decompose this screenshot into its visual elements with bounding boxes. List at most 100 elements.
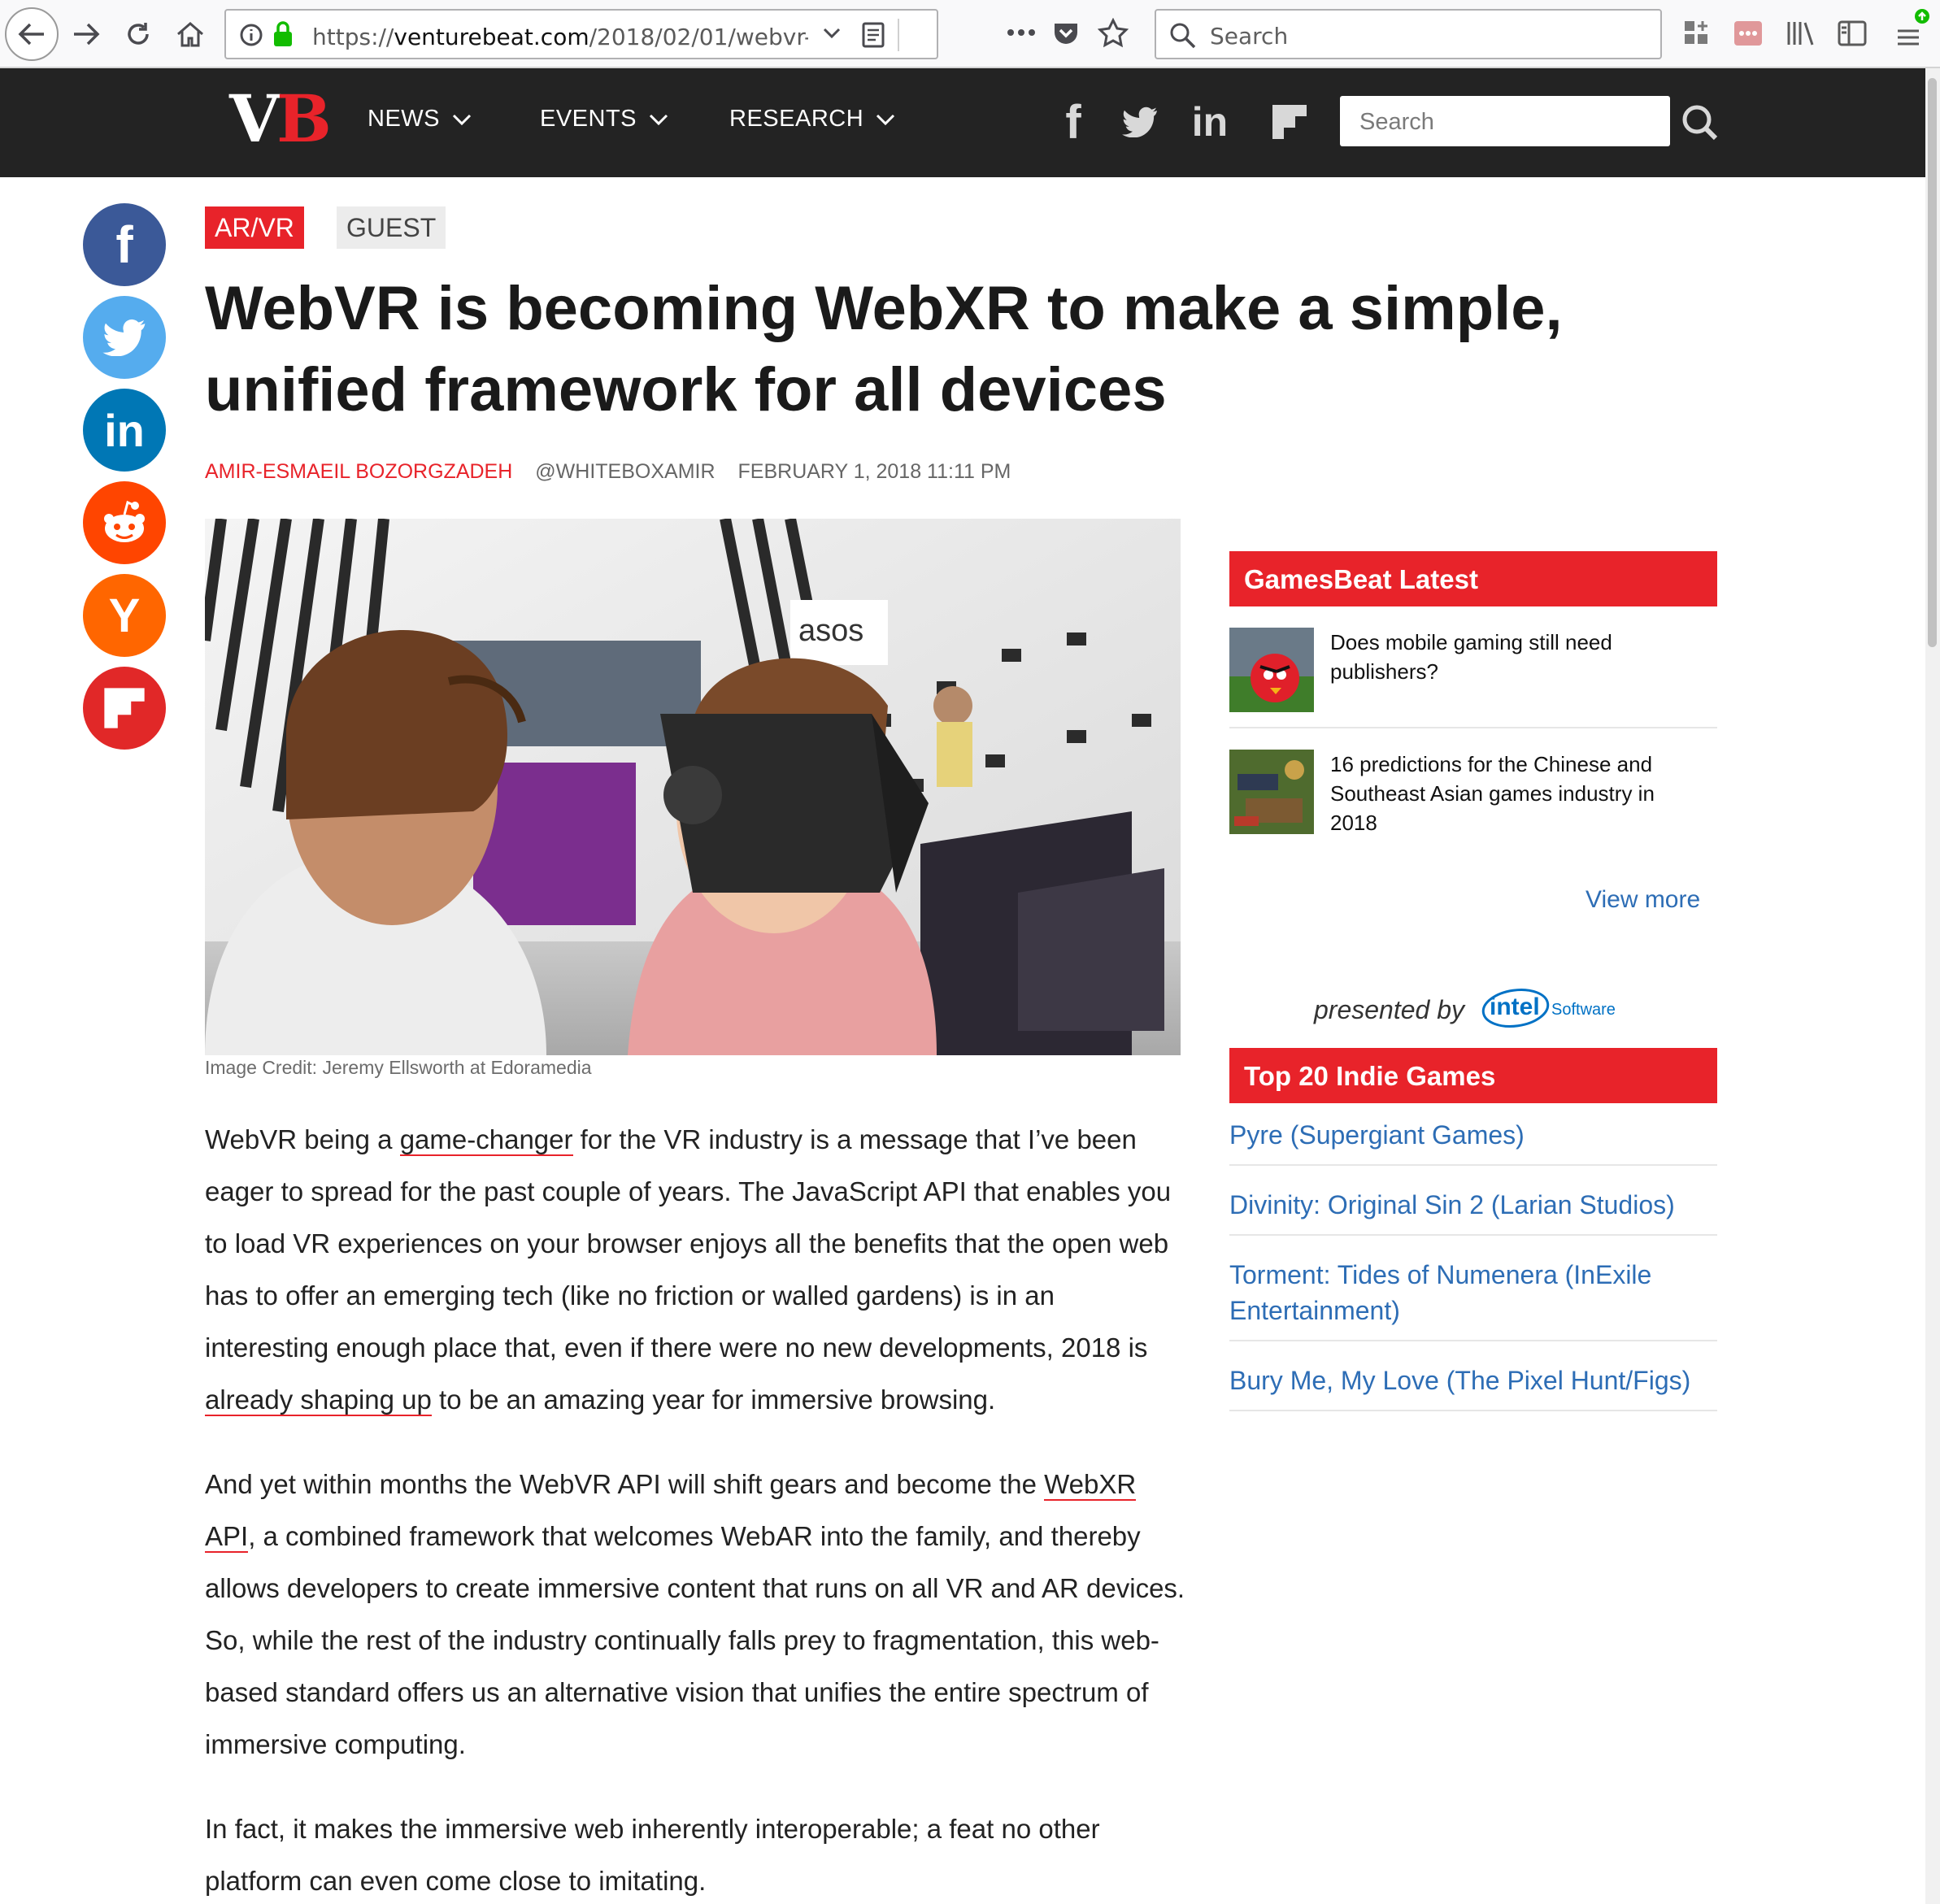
header-twitter-link[interactable] [1120, 98, 1159, 146]
browser-toolbar: https://venturebeat.com/2018/02/01/webvr… [0, 0, 1940, 68]
reload-icon [128, 23, 149, 45]
p2-text-a: And yet within months the WebVR API will… [205, 1469, 1045, 1499]
lock-icon[interactable] [272, 20, 294, 48]
news-title[interactable]: Does mobile gaming still need publishers… [1330, 628, 1704, 686]
browser-search-bar[interactable]: Search [1155, 9, 1662, 59]
menu-icon[interactable] [1894, 8, 1930, 47]
nav-events-label: EVENTS [540, 106, 637, 132]
share-linkedin-button[interactable]: in [83, 389, 166, 472]
home-icon [177, 22, 203, 47]
page-scrollbar[interactable] [1925, 68, 1940, 1904]
twitter-icon [1122, 107, 1157, 137]
site-search-input[interactable]: Search [1340, 96, 1670, 146]
strategy-game-image [1229, 750, 1314, 834]
news-thumbnail[interactable] [1229, 750, 1314, 834]
more-actions-icon[interactable] [1007, 28, 1036, 37]
article-paragraph-3: In fact, it makes the immersive web inhe… [205, 1814, 1100, 1896]
indie-game-link[interactable]: Bury Me, My Love (The Pixel Hunt/Figs) [1229, 1363, 1717, 1411]
vr-store-illustration: asos [205, 519, 1181, 1055]
indie-game-link[interactable]: Divinity: Original Sin 2 (Larian Studios… [1229, 1187, 1717, 1236]
header-linkedin-link[interactable]: in [1187, 98, 1233, 146]
share-twitter-button[interactable] [83, 296, 166, 379]
article-title: WebVR is becoming WebXR to make a simple… [205, 274, 1563, 424]
article-paragraph-2: And yet within months the WebVR API will… [205, 1458, 1185, 1771]
home-button[interactable] [166, 10, 215, 59]
url-domain: venturebeat.com [394, 24, 589, 50]
chevron-down-icon [876, 114, 895, 125]
info-icon[interactable] [239, 23, 263, 47]
linkedin-icon: in [1191, 99, 1229, 145]
sidebar-toggle-icon[interactable] [1838, 20, 1867, 47]
article-paragraph-1: WebVR being a game-changer for the VR in… [205, 1114, 1185, 1426]
share-reddit-button[interactable] [83, 481, 166, 564]
site-search-placeholder: Search [1359, 109, 1434, 135]
category-tag-guest[interactable]: GUEST [337, 206, 446, 249]
back-button[interactable] [5, 7, 59, 61]
flipboard-icon [1272, 105, 1307, 139]
logo-v: V [229, 80, 280, 157]
bookmark-star-icon[interactable] [1098, 18, 1129, 49]
arrow-left-icon [18, 23, 44, 46]
nav-events[interactable]: EVENTS [540, 106, 669, 133]
p1-text-b: for the VR industry is a message that I’… [205, 1124, 1172, 1363]
gamesbeat-item[interactable]: 16 predictions for the Chinese and South… [1229, 750, 1717, 859]
intel-logo: intel Software [1481, 989, 1616, 1028]
pocket-icon[interactable] [1052, 20, 1080, 47]
share-flipboard-button[interactable] [83, 667, 166, 750]
browser-window: { "browser": { "url_prefix": "https://",… [0, 0, 1940, 1904]
forward-button[interactable] [62, 10, 111, 59]
reload-button[interactable] [114, 10, 163, 59]
header-facebook-link[interactable]: f [1057, 96, 1090, 149]
news-thumbnail[interactable] [1229, 628, 1314, 712]
p1-text-c: to be an amazing year for immersive brow… [431, 1385, 996, 1415]
publish-date: FEBRUARY 1, 2018 11:11 PM [737, 460, 1011, 483]
chevron-down-icon [649, 114, 668, 125]
url-text[interactable]: https://venturebeat.com/2018/02/01/webvr… [312, 24, 808, 50]
already-shaping-up-link[interactable]: already shaping up [205, 1385, 432, 1416]
author-link[interactable]: AMIR-ESMAEIL BOZORGZADEH [205, 460, 512, 483]
share-facebook-button[interactable]: f [83, 203, 166, 286]
presented-by-label: presented by [1314, 995, 1465, 1024]
gamesbeat-latest-header: GamesBeat Latest [1229, 551, 1717, 606]
library-icon[interactable] [1786, 20, 1815, 47]
nav-research-label: RESEARCH [729, 106, 864, 132]
hackernews-icon: Y [108, 589, 141, 642]
venturebeat-logo[interactable]: VB [229, 86, 332, 151]
news-title[interactable]: 16 predictions for the Chinese and South… [1330, 750, 1704, 837]
scrollbar-thumb[interactable] [1928, 78, 1937, 647]
indie-game-link[interactable]: Torment: Tides of Numenera (InExile Ente… [1229, 1257, 1717, 1341]
gamesbeat-item[interactable]: Does mobile gaming still need publishers… [1229, 628, 1717, 728]
nav-news-label: NEWS [368, 106, 440, 132]
intel-software-logo[interactable]: intel Software [1480, 985, 1618, 1034]
tag-label: GUEST [346, 212, 437, 242]
p1-text-a: WebVR being a [205, 1124, 400, 1154]
nav-news[interactable]: NEWS [368, 106, 472, 133]
url-bar[interactable]: https://venturebeat.com/2018/02/01/webvr… [224, 9, 938, 59]
software-wordmark: Software [1551, 1001, 1616, 1019]
divider [898, 19, 899, 51]
arrow-right-icon [74, 23, 100, 46]
category-tag-arvr[interactable]: AR/VR [205, 206, 304, 249]
author-twitter-handle[interactable]: @WHITEBOXAMIR [535, 460, 715, 483]
extensions-icon[interactable] [1683, 20, 1711, 47]
nav-research[interactable]: RESEARCH [729, 106, 896, 133]
indie-game-link[interactable]: Pyre (Supergiant Games) [1229, 1117, 1717, 1166]
linkedin-icon: in [104, 404, 145, 456]
game-changer-link[interactable]: game-changer [399, 1124, 573, 1156]
top-20-indie-games-header: Top 20 Indie Games [1229, 1048, 1717, 1103]
reddit-icon [104, 500, 145, 542]
twitter-icon [102, 319, 146, 356]
header-flipboard-link[interactable] [1270, 98, 1309, 146]
site-header: VB NEWS EVENTS RESEARCH f in Search [0, 68, 1925, 177]
hero-image: asos [205, 519, 1181, 1055]
share-hackernews-button[interactable]: Y [83, 574, 166, 657]
angry-bird-image [1229, 628, 1314, 712]
view-more-link[interactable]: View more [1585, 886, 1700, 914]
search-placeholder: Search [1210, 23, 1289, 50]
facebook-icon: f [1065, 95, 1081, 149]
chevron-down-icon [452, 114, 472, 125]
chevron-down-icon[interactable] [823, 27, 841, 40]
lastpass-icon[interactable] [1733, 20, 1763, 47]
search-icon[interactable] [1681, 104, 1719, 141]
reader-view-icon[interactable] [862, 22, 885, 48]
